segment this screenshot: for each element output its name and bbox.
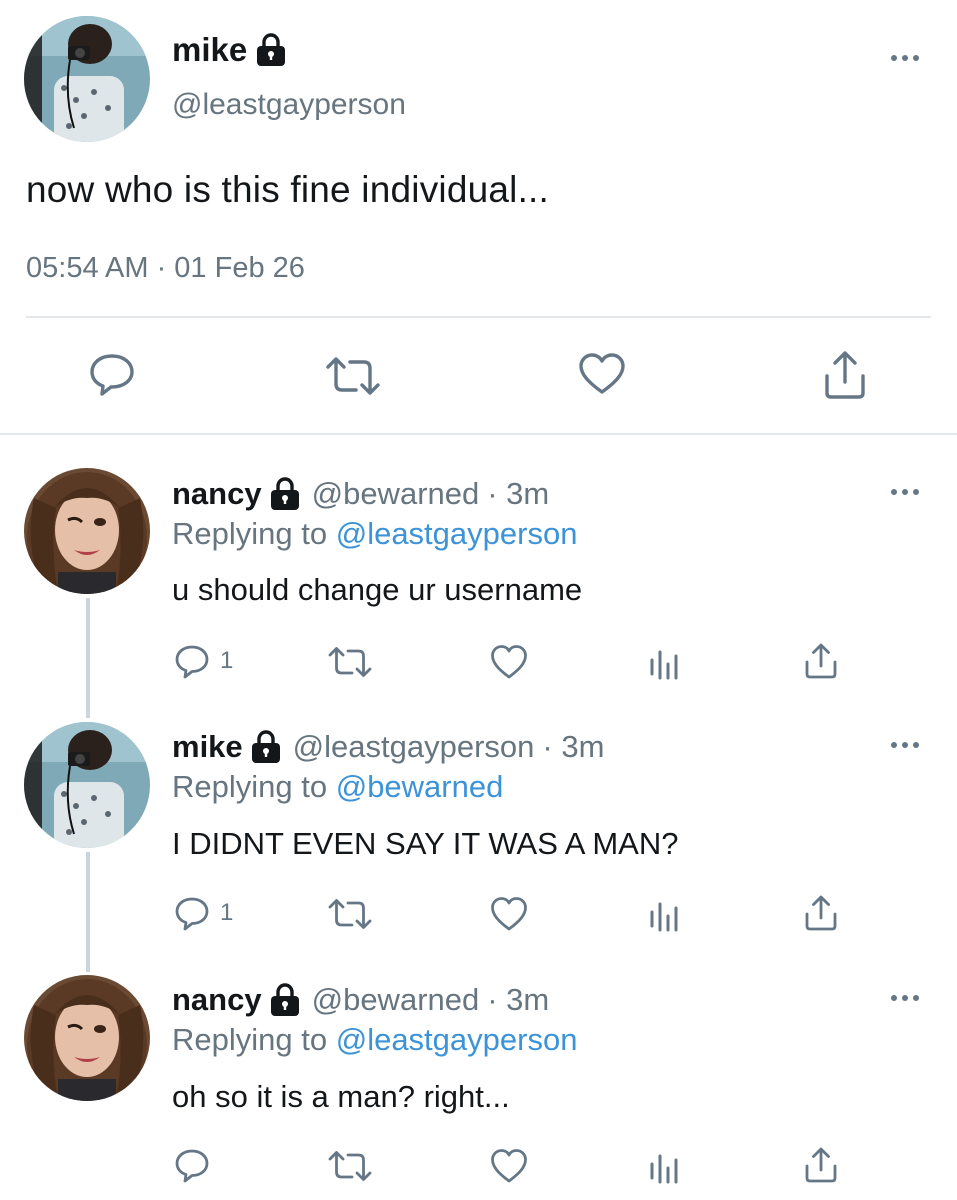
share-icon[interactable] [804, 642, 838, 680]
reply-time: · 3m [542, 729, 605, 764]
thread-line [86, 852, 90, 972]
reply-icon[interactable] [88, 352, 136, 398]
avatar-nancy[interactable] [24, 468, 150, 594]
avatar-mike[interactable] [24, 722, 150, 848]
divider [26, 316, 931, 318]
tweet-text: now who is this fine individual... [26, 169, 550, 210]
main-display-name[interactable]: mike [172, 30, 286, 70]
reply-icon[interactable] [174, 644, 210, 680]
reply-text: I DIDNT EVEN SAY IT WAS A MAN? [172, 826, 679, 861]
avatar-mike[interactable] [24, 16, 150, 142]
like-icon[interactable] [578, 352, 626, 396]
replying-to-handle[interactable]: @leastgayperson [336, 1022, 578, 1057]
share-icon[interactable] [804, 894, 838, 932]
more-options-icon[interactable] [888, 735, 928, 755]
like-icon[interactable] [490, 1148, 528, 1184]
reply-time: · 3m [487, 982, 550, 1017]
replying-to: Replying to @leastgayperson [172, 1020, 577, 1060]
avatar-nancy-image [24, 468, 150, 594]
reply-display-name[interactable]: nancy [172, 980, 262, 1020]
retweet-icon[interactable] [327, 898, 373, 930]
main-display-name-text[interactable]: mike [172, 30, 247, 70]
retweet-icon[interactable] [327, 1150, 373, 1182]
replying-to: Replying to @bewarned [172, 767, 503, 807]
replying-to: Replying to @leastgayperson [172, 514, 577, 554]
reply-icon[interactable] [174, 896, 210, 932]
lock-icon [256, 33, 286, 67]
avatar-mike-image [24, 16, 150, 142]
reply-header: nancy @bewarned · 3m [172, 980, 549, 1020]
avatar-nancy[interactable] [24, 975, 150, 1101]
avatar-mike-image [24, 722, 150, 848]
reply-text: oh so it is a man? right... [172, 1079, 510, 1114]
replying-to-label: Replying to [172, 1022, 328, 1057]
section-divider [0, 433, 957, 435]
reply-handle[interactable]: @leastgayperson [293, 727, 535, 767]
reply-handle[interactable]: @bewarned [312, 980, 480, 1020]
analytics-icon[interactable] [648, 1148, 682, 1184]
reply-header: nancy @bewarned · 3m [172, 474, 549, 514]
more-options-icon[interactable] [888, 988, 928, 1008]
retweet-icon[interactable] [327, 646, 373, 678]
analytics-icon[interactable] [648, 644, 682, 680]
more-options-icon[interactable] [888, 48, 928, 68]
reply-text: u should change ur username [172, 572, 583, 607]
reply-icon[interactable] [174, 1148, 210, 1184]
replying-to-handle[interactable]: @leastgayperson [336, 516, 578, 551]
tweet-timestamp: 05:54 AM · 01 Feb 26 [26, 252, 305, 284]
reply-header: mike @leastgayperson · 3m [172, 727, 604, 767]
lock-icon [270, 983, 300, 1017]
like-icon[interactable] [490, 896, 528, 932]
avatar-nancy-image [24, 975, 150, 1101]
reply-display-name[interactable]: nancy [172, 474, 262, 514]
lock-icon [270, 477, 300, 511]
share-icon[interactable] [822, 350, 868, 400]
replying-to-label: Replying to [172, 516, 328, 551]
more-options-icon[interactable] [888, 482, 928, 502]
main-handle[interactable]: @leastgayperson [172, 85, 406, 125]
analytics-icon[interactable] [648, 896, 682, 932]
reply-time: · 3m [487, 476, 550, 511]
reply-handle[interactable]: @bewarned [312, 474, 480, 514]
replying-to-handle[interactable]: @bewarned [336, 769, 504, 804]
retweet-icon[interactable] [324, 356, 382, 396]
reply-display-name[interactable]: mike [172, 727, 243, 767]
replying-to-label: Replying to [172, 769, 328, 804]
lock-icon [251, 730, 281, 764]
reply-count: 1 [220, 899, 234, 926]
like-icon[interactable] [490, 644, 528, 680]
thread-line [86, 598, 90, 718]
share-icon[interactable] [804, 1146, 838, 1184]
reply-count: 1 [220, 647, 234, 674]
